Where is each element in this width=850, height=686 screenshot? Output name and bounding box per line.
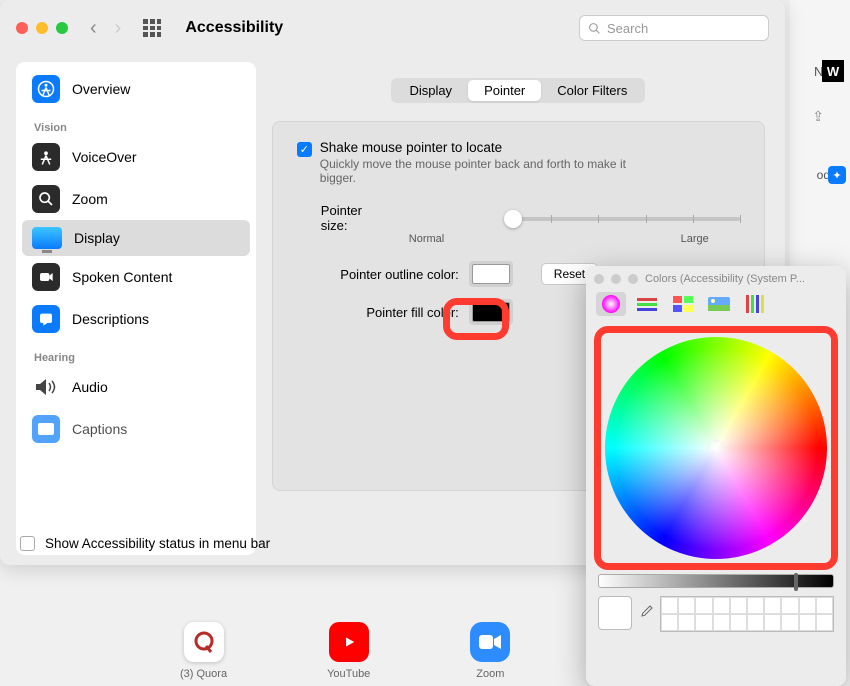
sidebar-item-zoom[interactable]: Zoom [22, 178, 250, 220]
favorite-label: Zoom [476, 668, 504, 680]
descriptions-icon [32, 305, 60, 333]
quora-icon [184, 622, 224, 662]
favorite-youtube[interactable]: YouTube [327, 622, 370, 680]
color-wheel-cursor[interactable] [708, 440, 724, 456]
tab-color-filters[interactable]: Color Filters [541, 80, 643, 101]
apps-grid-icon[interactable] [143, 19, 161, 37]
annotation-highlight-wheel [594, 326, 838, 570]
sidebar-item-label: Captions [72, 421, 127, 437]
colors-tab-palettes[interactable] [668, 292, 698, 316]
sidebar-item-label: Zoom [72, 191, 108, 207]
sidebar-item-captions[interactable]: Captions [22, 408, 250, 450]
shake-description: Quickly move the mouse pointer back and … [320, 157, 660, 185]
sidebar-item-label: Display [74, 230, 120, 246]
color-wheel[interactable] [605, 337, 827, 559]
sidebar-item-label: Overview [72, 81, 130, 97]
audio-icon [32, 373, 60, 401]
status-bar-checkbox[interactable] [20, 536, 35, 551]
search-input[interactable]: Search [579, 15, 769, 41]
pointer-size-label: Pointer size: [321, 203, 386, 233]
colors-window-title: Colors (Accessibility (System P... [645, 273, 805, 285]
colors-tab-pencils[interactable] [740, 292, 770, 316]
spoken-content-icon [32, 263, 60, 291]
window-title: Accessibility [185, 19, 283, 37]
share-icon: ⇪ [812, 108, 824, 125]
favorite-label: (3) Quora [180, 668, 227, 680]
sidebar-item-audio[interactable]: Audio [22, 366, 250, 408]
search-placeholder: Search [607, 21, 648, 36]
voiceover-icon [32, 143, 60, 171]
sidebar-item-voiceover[interactable]: VoiceOver [22, 136, 250, 178]
sidebar-item-label: Descriptions [72, 311, 149, 327]
shake-title: Shake mouse pointer to locate [320, 140, 660, 155]
fill-color-label: Pointer fill color: [309, 305, 459, 320]
overview-icon [32, 75, 60, 103]
colors-zoom-button[interactable] [628, 274, 638, 284]
zoom-icon [32, 185, 60, 213]
status-bar-label: Show Accessibility status in menu bar [45, 536, 270, 551]
outline-color-label: Pointer outline color: [309, 267, 459, 282]
slider-max-label: Large [681, 233, 709, 245]
fill-color-swatch[interactable] [472, 302, 510, 322]
sliders-icon [637, 296, 657, 312]
favorite-zoom[interactable]: Zoom [470, 622, 510, 680]
sidebar-item-descriptions[interactable]: Descriptions [22, 298, 250, 340]
eyedropper-button[interactable] [638, 604, 654, 625]
slider-min-label: Normal [409, 233, 444, 245]
favorite-quora[interactable]: (3) Quora [180, 622, 227, 680]
display-icon [32, 227, 62, 249]
sidebar-header-hearing: Hearing [22, 340, 250, 366]
pencils-icon [745, 295, 765, 313]
browser-favorites: (3) Quora YouTube Zoom [180, 622, 510, 680]
traffic-lights [16, 22, 68, 34]
colors-tab-wheel[interactable] [596, 292, 626, 316]
tab-pointer[interactable]: Pointer [468, 80, 541, 101]
tab-display[interactable]: Display [393, 80, 468, 101]
background-w-icon: W [822, 60, 844, 82]
color-wheel-icon [601, 294, 621, 314]
sidebar-item-spoken-content[interactable]: Spoken Content [22, 256, 250, 298]
back-button[interactable]: ‹ [90, 17, 97, 40]
captions-icon [32, 415, 60, 443]
minimize-window-button[interactable] [36, 22, 48, 34]
colors-close-button[interactable] [594, 274, 604, 284]
pointer-size-slider[interactable] [504, 217, 740, 221]
colors-window: Colors (Accessibility (System P... [586, 266, 846, 686]
colors-tab-image[interactable] [704, 292, 734, 316]
sidebar-item-overview[interactable]: Overview [22, 68, 250, 110]
shake-checkbox[interactable]: ✓ [297, 142, 312, 157]
colors-minimize-button[interactable] [611, 274, 621, 284]
image-icon [708, 297, 730, 311]
favorite-label: YouTube [327, 668, 370, 680]
zoom-window-button[interactable] [56, 22, 68, 34]
outline-color-swatch[interactable] [472, 264, 510, 284]
brightness-slider[interactable] [598, 574, 834, 588]
sidebar-header-vision: Vision [22, 110, 250, 136]
swatch-grid[interactable] [660, 596, 834, 632]
tab-bar: Display Pointer Color Filters [391, 78, 645, 103]
sidebar-item-display[interactable]: Display [22, 220, 250, 256]
palette-icon [673, 296, 693, 312]
toolbar: ‹ › Accessibility Search [0, 0, 785, 56]
search-icon [588, 22, 601, 35]
colors-tab-sliders[interactable] [632, 292, 662, 316]
forward-button[interactable]: › [115, 17, 122, 40]
zoom-app-icon [470, 622, 510, 662]
sidebar-item-label: Spoken Content [72, 269, 172, 285]
current-color-swatch [598, 596, 632, 630]
safari-compass-icon: ✦ [828, 166, 846, 184]
sidebar-item-label: VoiceOver [72, 149, 137, 165]
youtube-icon [329, 622, 369, 662]
sidebar-item-label: Audio [72, 379, 108, 395]
sidebar: Overview Vision VoiceOver Zoom Display [16, 62, 256, 555]
close-window-button[interactable] [16, 22, 28, 34]
